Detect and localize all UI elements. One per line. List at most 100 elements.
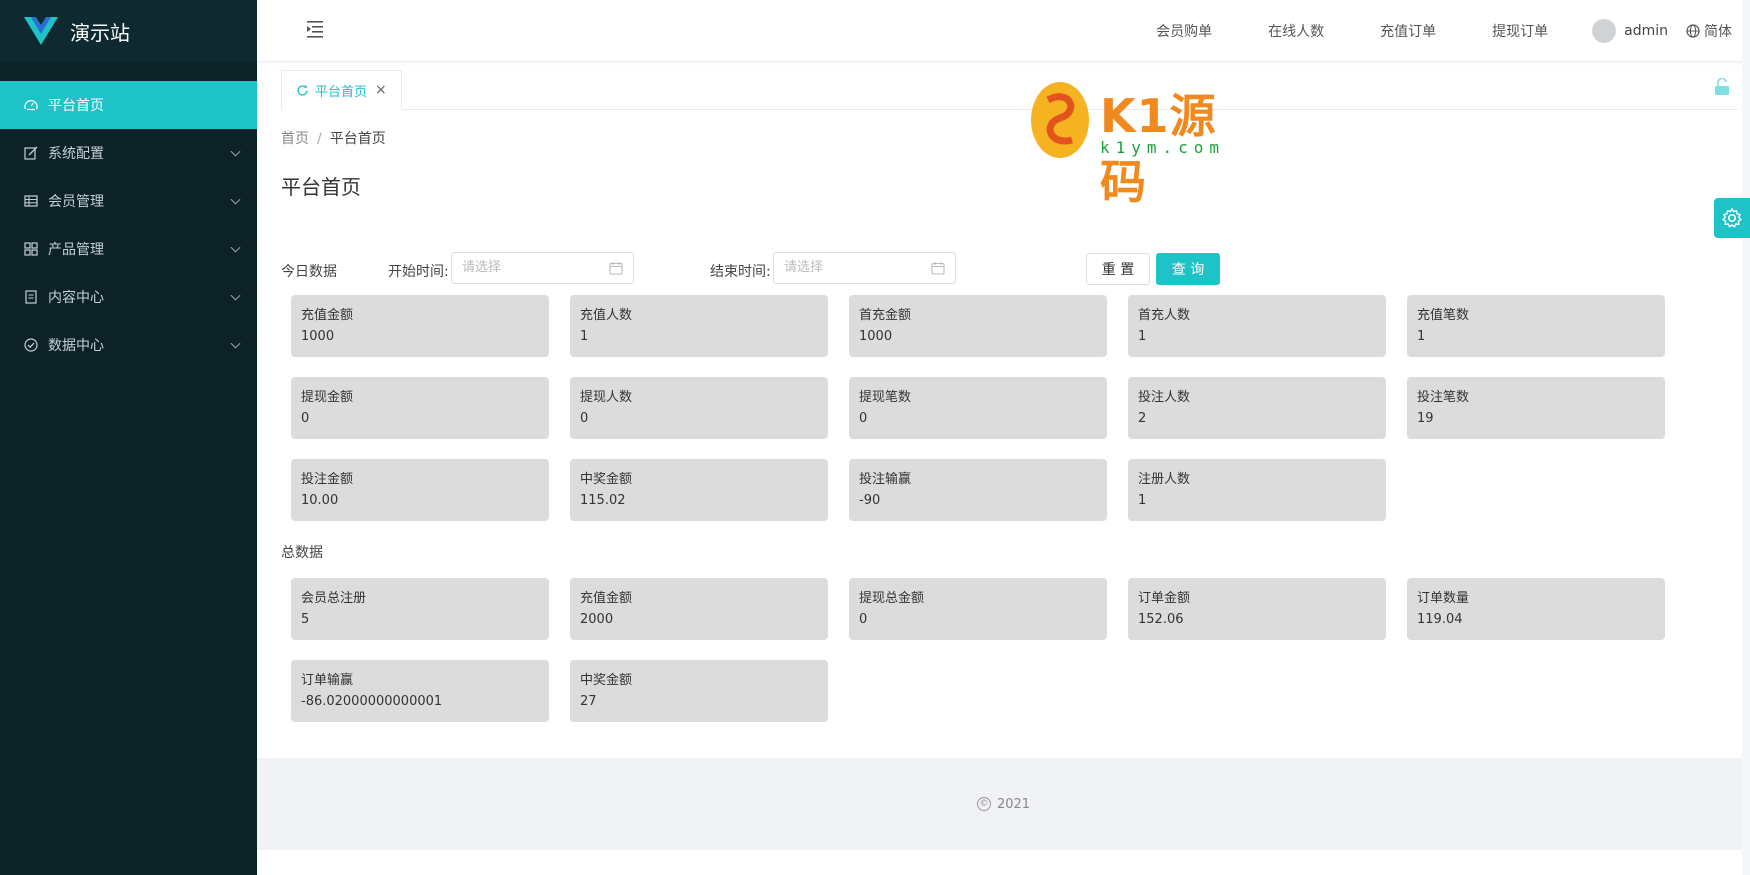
sidebar-item-2[interactable]: 会员管理 <box>0 177 257 225</box>
footer: © 2021 <box>257 758 1750 850</box>
breadcrumb-separator: / <box>317 131 322 147</box>
sidebar-item-label: 系统配置 <box>48 146 104 162</box>
tab-home[interactable]: 平台首页 × <box>281 70 402 110</box>
stat-card-value: 5 <box>301 612 310 627</box>
chevron-down-icon <box>230 194 241 205</box>
sidebar-item-5[interactable]: 数据中心 <box>0 321 257 369</box>
stat-card-value: 2000 <box>580 612 614 627</box>
scroll-track[interactable] <box>1742 0 1750 875</box>
reset-button[interactable]: 重 置 <box>1086 253 1150 285</box>
footer-year: 2021 <box>996 796 1031 812</box>
stat-card: 订单输赢 -86.02000000000001 <box>291 660 549 722</box>
sidebar-item-label: 数据中心 <box>48 338 104 354</box>
stat-card-title: 投注人数 <box>1138 390 1191 405</box>
stat-card: 提现金额 0 <box>291 377 549 439</box>
check-circle-icon <box>24 338 38 352</box>
query-button[interactable]: 查 询 <box>1156 253 1220 285</box>
brand[interactable]: 演示站 <box>0 0 257 62</box>
sidebar-item-0[interactable]: 平台首页 <box>0 81 257 129</box>
link-recharge-orders[interactable]: 充值订单 <box>1380 21 1436 41</box>
document-icon <box>24 290 38 304</box>
stat-card: 首充人数 1 <box>1128 295 1386 357</box>
stat-card: 中奖金额 115.02 <box>570 459 828 521</box>
stat-card-title: 充值金额 <box>580 591 633 606</box>
stat-card-title: 充值笔数 <box>1417 308 1470 323</box>
language-label: 简体 <box>1704 24 1732 40</box>
calendar-icon <box>931 262 945 275</box>
stat-card-value: 2 <box>1138 411 1147 426</box>
stat-card-title: 中奖金额 <box>580 673 633 688</box>
stat-card-value: -86.02000000000001 <box>301 694 443 709</box>
chevron-down-icon <box>230 290 241 301</box>
start-date-picker[interactable]: 请选择 <box>451 252 634 284</box>
stat-card: 提现总金额 0 <box>849 578 1107 640</box>
breadcrumb-home[interactable]: 首页 <box>281 131 309 147</box>
close-icon[interactable]: × <box>375 82 387 98</box>
grid-icon <box>24 242 38 256</box>
watermark-emblem-icon <box>1031 82 1089 158</box>
sidebar-menu: 平台首页系统配置会员管理产品管理内容中心数据中心 <box>0 81 257 369</box>
today-data-label: 今日数据 <box>281 264 337 280</box>
stat-card-title: 充值金额 <box>301 308 354 323</box>
stat-card-title: 充值人数 <box>580 308 633 323</box>
stat-card-value: 10.00 <box>301 493 339 508</box>
stat-card-value: 27 <box>580 694 597 709</box>
settings-button[interactable] <box>1714 198 1750 238</box>
stat-card: 首充金额 1000 <box>849 295 1107 357</box>
link-member-orders[interactable]: 会员购单 <box>1156 21 1212 41</box>
stat-card-title: 首充人数 <box>1138 308 1191 323</box>
sidebar-item-label: 产品管理 <box>48 242 104 258</box>
stat-card-value: 1 <box>1138 493 1147 508</box>
start-date-placeholder: 请选择 <box>462 260 502 275</box>
tabs-bar: 平台首页 × <box>281 70 1738 110</box>
stat-card-title: 中奖金额 <box>580 472 633 487</box>
stat-card-value: 19 <box>1417 411 1434 426</box>
sidebar-item-1[interactable]: 系统配置 <box>0 129 257 177</box>
stat-card: 订单数量 119.04 <box>1407 578 1665 640</box>
stat-card: 注册人数 1 <box>1128 459 1386 521</box>
stat-card-value: 0 <box>859 411 868 426</box>
sidebar-item-4[interactable]: 内容中心 <box>0 273 257 321</box>
stat-card-value: 0 <box>859 612 868 627</box>
stat-card-value: 1000 <box>301 329 335 344</box>
stat-card-title: 提现人数 <box>580 390 633 405</box>
refresh-icon[interactable] <box>296 84 309 97</box>
stat-card-value: 152.06 <box>1138 612 1184 627</box>
language-switch[interactable]: 简体 <box>1686 21 1732 41</box>
stat-card: 投注金额 10.00 <box>291 459 549 521</box>
stat-card-title: 提现总金额 <box>859 591 925 606</box>
vue-logo-icon <box>24 17 58 45</box>
breadcrumb: 首页 / 平台首页 <box>281 128 386 148</box>
stat-card: 充值笔数 1 <box>1407 295 1665 357</box>
chevron-down-icon <box>230 338 241 349</box>
stat-card-value: 1 <box>1138 329 1147 344</box>
stat-card: 充值人数 1 <box>570 295 828 357</box>
stat-card-value: 0 <box>580 411 589 426</box>
stat-card-title: 投注输赢 <box>859 472 912 487</box>
breadcrumb-current: 平台首页 <box>329 131 386 147</box>
avatar[interactable] <box>1592 19 1617 43</box>
menu-fold-icon[interactable] <box>305 20 325 38</box>
username[interactable]: admin <box>1624 23 1668 39</box>
end-date-placeholder: 请选择 <box>784 260 824 275</box>
stat-card-value: 1000 <box>859 329 893 344</box>
globe-icon <box>1686 24 1700 38</box>
stat-card: 中奖金额 27 <box>570 660 828 722</box>
link-online-users[interactable]: 在线人数 <box>1268 21 1324 41</box>
stat-card-value: 119.04 <box>1417 612 1463 627</box>
end-date-picker[interactable]: 请选择 <box>773 252 956 284</box>
watermark-url: k1ym.com <box>1100 138 1226 157</box>
link-withdraw-orders[interactable]: 提现订单 <box>1492 21 1548 41</box>
stat-card: 投注输赢 -90 <box>849 459 1107 521</box>
stat-card: 提现人数 0 <box>570 377 828 439</box>
top-links: 会员购单 在线人数 充值订单 提现订单 admin 简体 <box>1100 0 1732 62</box>
stat-card: 投注笔数 19 <box>1407 377 1665 439</box>
sidebar-item-3[interactable]: 产品管理 <box>0 225 257 273</box>
app-title: 演示站 <box>70 20 130 45</box>
stat-card-value: 1 <box>1417 329 1426 344</box>
watermark-logo: K1源码 k1ym.com <box>1030 78 1240 209</box>
start-time-label: 开始时间: <box>388 264 449 280</box>
stat-card-title: 会员总注册 <box>301 591 367 606</box>
copyright-icon: © <box>976 797 991 811</box>
unlock-icon[interactable] <box>1714 78 1730 96</box>
